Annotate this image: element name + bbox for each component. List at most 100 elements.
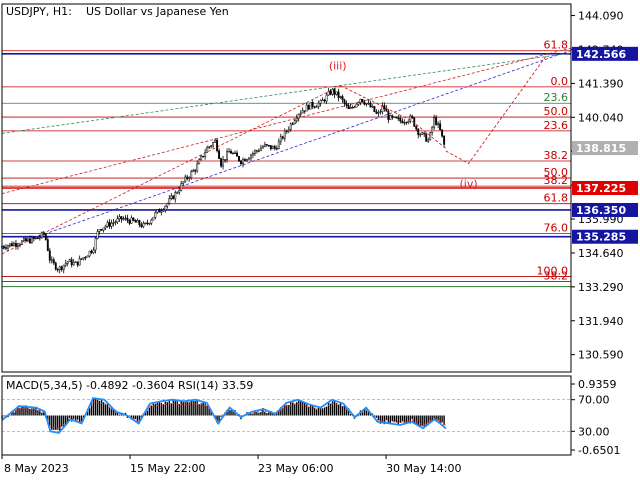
candle-body <box>120 216 123 220</box>
candle-body <box>100 229 103 231</box>
chart: 61.80.023.650.023.638.250.038.261.876.01… <box>0 0 640 480</box>
candle-body <box>202 155 205 158</box>
candle-body <box>313 106 316 108</box>
candle-body <box>174 192 177 200</box>
candle-body <box>224 159 226 161</box>
candle-body <box>108 222 111 227</box>
candle-body <box>28 238 31 244</box>
candle-body <box>106 222 109 227</box>
candle-body <box>82 257 85 260</box>
chart-description: US Dollar vs Japanese Yen <box>86 5 229 18</box>
candle-body <box>20 240 23 245</box>
candle-body <box>204 152 207 157</box>
candle-body <box>401 120 404 124</box>
candle-body <box>349 107 352 109</box>
candle-body <box>391 115 394 118</box>
candle-body <box>14 243 17 247</box>
indicator-title: MACD(5,34,5) -0.4892 -0.3604 RSI(14) 33.… <box>6 379 253 392</box>
candle-body <box>222 159 225 167</box>
candle-body <box>309 102 312 110</box>
candle-body <box>80 258 83 260</box>
candle-body <box>40 232 43 238</box>
candle-body <box>433 117 436 128</box>
candle-body <box>403 121 406 124</box>
candle-body <box>375 111 378 114</box>
candle-body <box>305 104 308 112</box>
fib-level-label: 38.2 <box>544 174 569 187</box>
candle-body <box>423 132 426 135</box>
candle-body <box>132 217 135 221</box>
candle-body <box>279 136 282 142</box>
candle-body <box>68 259 71 263</box>
candle-body <box>162 209 165 212</box>
candle-body <box>409 115 412 122</box>
candle-body <box>281 136 284 139</box>
candle-body <box>92 249 95 253</box>
candle-body <box>110 222 113 227</box>
candle-body <box>154 212 157 218</box>
x-tick-label: 23 May 06:00 <box>258 462 333 475</box>
price-level-label: 137.225 <box>576 182 626 195</box>
candle-body <box>273 146 276 149</box>
candle-body <box>88 250 91 257</box>
candle-body <box>331 89 334 95</box>
candle-body <box>351 106 354 109</box>
candle-body <box>156 209 159 213</box>
candle-body <box>42 232 45 235</box>
candle-body <box>323 99 326 102</box>
candle-body <box>361 98 364 103</box>
candle-body <box>76 261 79 266</box>
candle-body <box>347 105 350 109</box>
candle-body <box>363 101 366 105</box>
candle-body <box>437 123 440 125</box>
candle-body <box>24 238 27 242</box>
candle-body <box>34 237 37 240</box>
candle-body <box>269 145 272 150</box>
candle-body <box>234 152 236 154</box>
candle-body <box>287 129 290 132</box>
candle-body <box>214 139 217 143</box>
candle-body <box>275 148 278 150</box>
candle-body <box>146 222 149 225</box>
candle-body <box>297 114 300 119</box>
candle-body <box>371 106 374 108</box>
fib-level-label: 61.8 <box>544 192 569 205</box>
candle-body <box>355 103 358 108</box>
candle-body <box>70 259 73 266</box>
candle-body <box>72 262 75 266</box>
candle-body <box>271 146 274 150</box>
candle-body <box>377 112 380 114</box>
candle-body <box>367 102 370 105</box>
candle-body <box>116 218 119 223</box>
candle-body <box>255 150 258 152</box>
candle-body <box>335 91 338 95</box>
candle-body <box>383 105 386 110</box>
candle-body <box>3 246 5 248</box>
candle-body <box>220 158 223 167</box>
candle-body <box>236 152 238 157</box>
candle-body <box>277 141 280 150</box>
candle-body <box>411 115 414 119</box>
x-tick-label: 15 May 22:00 <box>130 462 205 475</box>
candle-body <box>242 159 244 165</box>
candle-body <box>168 198 171 204</box>
candle-body <box>259 147 262 151</box>
candle-body <box>299 112 302 115</box>
candle-body <box>118 216 121 219</box>
chart-symbol: USDJPY, H1: <box>6 5 72 18</box>
candle-body <box>5 247 7 249</box>
candle-body <box>26 238 29 242</box>
candle-body <box>226 151 228 160</box>
candle-body <box>98 229 101 232</box>
candle-body <box>16 245 19 247</box>
candle-body <box>232 152 234 155</box>
candle-body <box>333 89 336 95</box>
candle-body <box>164 205 167 211</box>
y-tick-label: 140.040 <box>578 111 624 124</box>
candle-body <box>441 129 444 137</box>
candle-body <box>303 110 306 112</box>
candle-body <box>429 132 432 141</box>
candle-body <box>218 150 221 159</box>
x-tick-label: 8 May 2023 <box>4 462 69 475</box>
candle-body <box>11 243 13 247</box>
